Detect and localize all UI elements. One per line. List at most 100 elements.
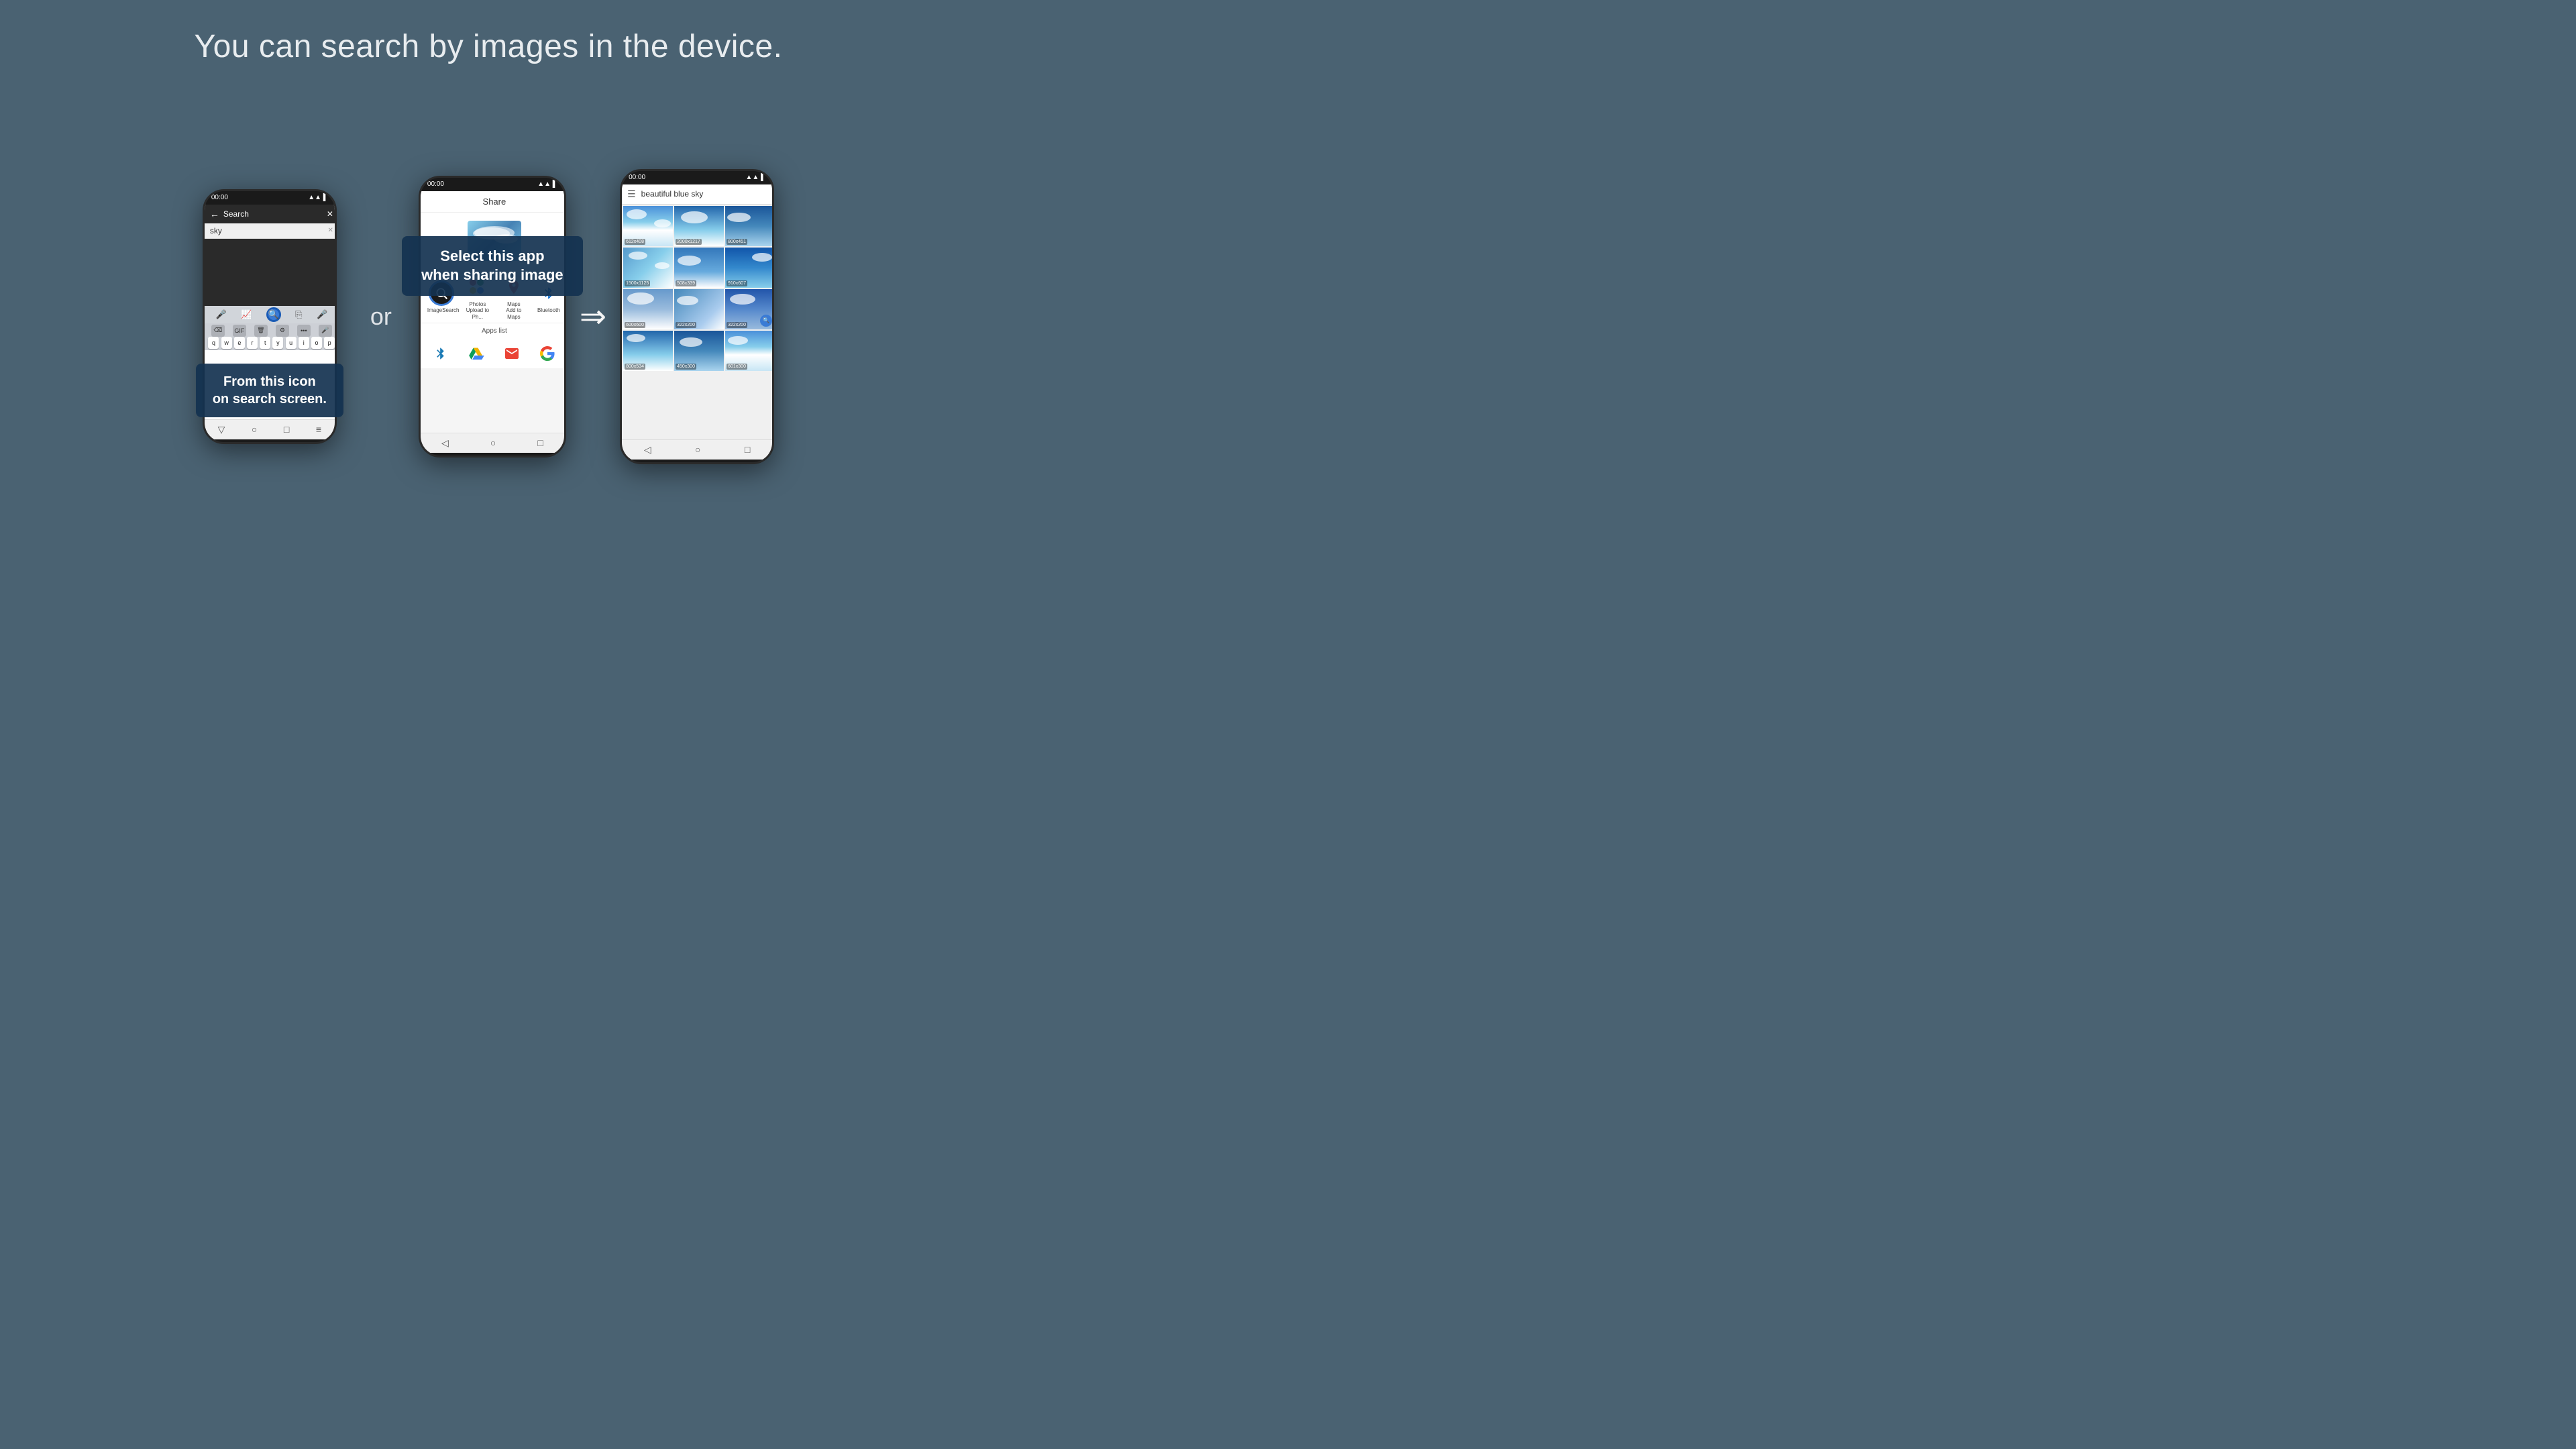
search-close-icon[interactable]: ✕ — [327, 209, 333, 219]
results-search-title: beautiful blue sky — [641, 189, 704, 199]
phone2-wrapper: 00:00 ▲▲ ▌ Share — [419, 176, 566, 458]
kbd-t[interactable]: t — [260, 337, 270, 349]
photos-label: PhotosUpload to Ph... — [464, 301, 492, 321]
phone3-nav-recents[interactable]: □ — [745, 444, 750, 455]
result-thumb-3[interactable]: 800x451 — [725, 206, 774, 246]
result-search-btn[interactable]: 🔍 — [760, 315, 772, 327]
mic2-toolbar-icon[interactable]: 🎤 — [317, 309, 327, 320]
phone2-nav-back[interactable]: ◁ — [441, 437, 449, 449]
results-grid: 612x408 2000x1217 800x451 — [622, 205, 774, 372]
phone1-bottom-bar: ▽ ○ □ ≡ — [205, 419, 335, 439]
kbd-e[interactable]: e — [234, 337, 245, 349]
phone2-signal-icons: ▲▲ ▌ — [537, 180, 557, 188]
result-size-9: 322x200 — [727, 322, 747, 328]
nav-menu-icon[interactable]: ≡ — [316, 424, 321, 435]
result-thumb-4[interactable]: 1500x1125 — [623, 248, 673, 288]
result-thumb-1[interactable]: 612x408 — [623, 206, 673, 246]
arrow-right-symbol: ⇒ — [580, 298, 606, 335]
kbd-w[interactable]: w — [221, 337, 232, 349]
kbd-spec-4[interactable]: ⚙ — [276, 325, 289, 337]
kbd-o[interactable]: o — [311, 337, 322, 349]
kbd-i[interactable]: i — [299, 337, 309, 349]
maps-label: MapsAdd to Maps — [500, 301, 528, 321]
result-size-3: 800x451 — [727, 239, 747, 245]
mic-toolbar-icon[interactable]: 🎤 — [216, 309, 227, 320]
kbd-y[interactable]: y — [272, 337, 283, 349]
phone3-status-bar: 00:00 ▲▲ ▌ — [622, 171, 772, 184]
result-thumb-11[interactable]: 450x300 — [674, 331, 724, 371]
results-toolbar: ☰ beautiful blue sky — [622, 184, 774, 205]
kbd-spec-2[interactable]: GIF — [233, 325, 246, 337]
search-text-row: sky ✕ — [205, 223, 337, 239]
phone1-signal-icons: ▲▲ ▌ — [308, 194, 328, 201]
or-divider: or — [370, 303, 392, 331]
result-size-11: 450x300 — [676, 364, 696, 370]
result-size-2: 2000x1217 — [676, 239, 702, 245]
keyboard-row-top: ⌫ GIF 🗑 ⚙ ••• 🎤 — [205, 323, 337, 335]
keyboard-area: ⌫ GIF 🗑 ⚙ ••• 🎤 q w e r t y u — [205, 323, 337, 350]
phone2-screen: Share — [421, 191, 566, 433]
phone2-nav-recents[interactable]: □ — [537, 437, 543, 448]
phone1-tooltip: From this icon on search screen. — [196, 364, 343, 417]
result-thumb-9[interactable]: 322x200 🔍 — [725, 289, 774, 329]
kbd-q[interactable]: q — [208, 337, 219, 349]
phone2-tooltip-line2: when sharing image — [421, 266, 564, 283]
more-google-icon[interactable] — [537, 343, 558, 364]
kbd-spec-6[interactable]: 🎤 — [319, 325, 332, 337]
result-thumb-12[interactable]: 601x300 — [725, 331, 774, 371]
phone2-frame: 00:00 ▲▲ ▌ Share — [419, 176, 566, 458]
result-thumb-10[interactable]: 800x534 — [623, 331, 673, 371]
bluetooth-label: Bluetooth — [537, 307, 560, 314]
result-thumb-7[interactable]: 600x600 — [623, 289, 673, 329]
phone3-nav-back[interactable]: ◁ — [644, 444, 651, 455]
phone3-bottom-bar: ◁ ○ □ — [622, 439, 772, 460]
keyboard-row-letters: q w e r t y u i o p — [205, 335, 337, 350]
search-clear-icon[interactable]: ✕ — [327, 227, 333, 234]
kbd-spec-3[interactable]: 🗑 — [254, 325, 268, 337]
kbd-r[interactable]: r — [247, 337, 258, 349]
phone3-wrapper: 00:00 ▲▲ ▌ ☰ beautiful blue sky 61 — [620, 169, 774, 464]
kbd-spec-5[interactable]: ••• — [297, 325, 311, 337]
result-thumb-6[interactable]: 910x607 — [725, 248, 774, 288]
image-search-toolbar-icon[interactable]: 🔍 — [266, 307, 281, 322]
nav-back-icon[interactable]: ▽ — [218, 424, 225, 435]
result-size-7: 600x600 — [625, 322, 645, 328]
back-arrow-icon[interactable]: ← — [210, 209, 219, 219]
phone2-bottom-bar: ◁ ○ □ — [421, 433, 564, 453]
apps-list-text: Apps list — [482, 327, 507, 335]
result-size-8: 322x200 — [676, 322, 696, 328]
share-title-text: Share — [483, 197, 506, 207]
nav-recents-icon[interactable]: □ — [284, 424, 289, 435]
phone1-status-bar: 00:00 ▲▲ ▌ — [205, 191, 335, 205]
phone1-time: 00:00 — [211, 194, 228, 201]
search-dark-area — [205, 239, 337, 306]
more-bluetooth-icon[interactable] — [430, 343, 451, 364]
page-title: You can search by images in the device. — [195, 28, 783, 65]
phone3-screen: ☰ beautiful blue sky 612x408 — [622, 184, 774, 439]
more-drive-icon[interactable] — [466, 343, 487, 364]
phone3-time: 00:00 — [629, 174, 645, 181]
phone2-nav-home[interactable]: ○ — [490, 437, 496, 448]
phone3-nav-home[interactable]: ○ — [695, 444, 700, 455]
kbd-spec-1[interactable]: ⌫ — [211, 325, 225, 337]
result-thumb-5[interactable]: 508x339 — [674, 248, 724, 288]
result-size-6: 910x607 — [727, 280, 747, 286]
result-thumb-8[interactable]: 322x200 — [674, 289, 724, 329]
copy-toolbar-icon[interactable]: ⎘ — [295, 309, 302, 320]
hamburger-menu-icon[interactable]: ☰ — [627, 189, 636, 200]
nav-home-icon[interactable]: ○ — [252, 424, 257, 435]
trend-toolbar-icon[interactable]: 📈 — [241, 309, 252, 320]
phone2-status-bar: 00:00 ▲▲ ▌ — [421, 178, 564, 191]
result-size-1: 612x408 — [625, 239, 645, 245]
keyboard-toolbar: 🎤 📈 🔍 ⎘ 🎤 — [205, 306, 337, 323]
result-size-4: 1500x1125 — [625, 280, 650, 286]
result-size-12: 601x300 — [727, 364, 747, 370]
result-thumb-2[interactable]: 2000x1217 — [674, 206, 724, 246]
more-gmail-icon[interactable] — [501, 343, 523, 364]
phones-row: 00:00 ▲▲ ▌ ← Search ✕ sky ✕ — [0, 85, 977, 547]
kbd-u[interactable]: u — [286, 337, 297, 349]
phone2-time: 00:00 — [427, 180, 444, 188]
share-dialog-header: Share — [421, 191, 566, 213]
search-typed-text: sky — [210, 226, 328, 235]
kbd-p[interactable]: p — [324, 337, 335, 349]
